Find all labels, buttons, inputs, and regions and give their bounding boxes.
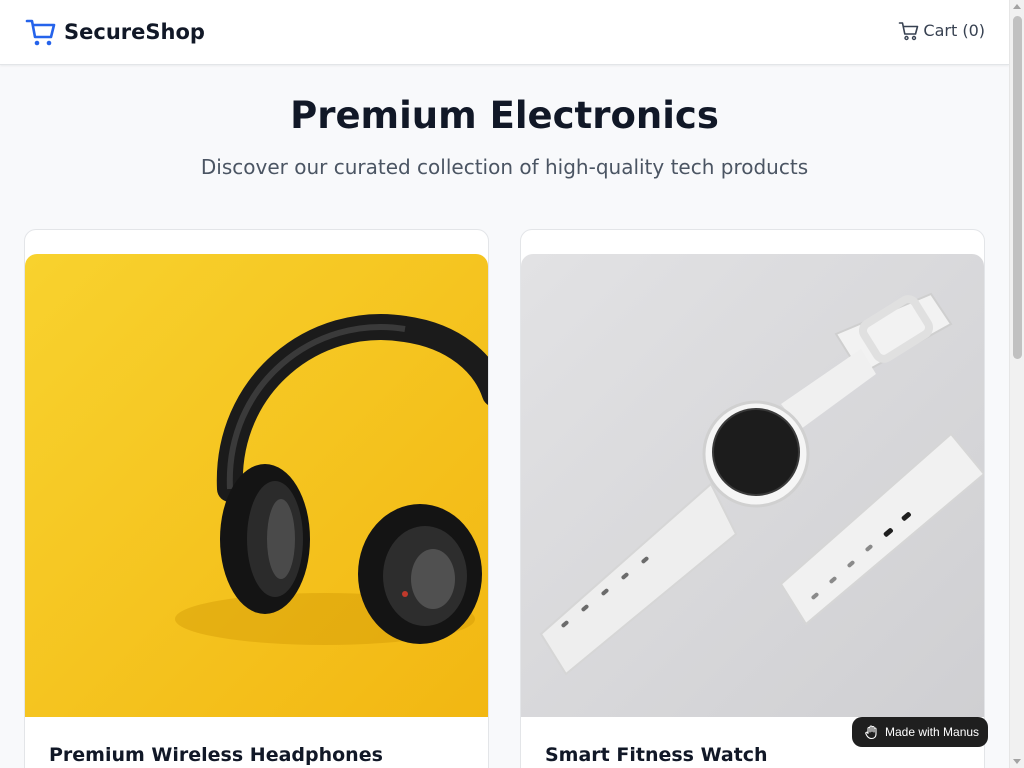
product-card[interactable]: Premium Wireless Headphones	[24, 229, 489, 768]
brand-logo-link[interactable]: SecureShop	[25, 16, 205, 48]
page-subtitle: Discover our curated collection of high-…	[200, 155, 809, 179]
shopping-cart-icon	[25, 19, 56, 46]
headphones-image	[25, 254, 488, 717]
page-scrollbar[interactable]	[1009, 0, 1024, 768]
cart-button[interactable]: Cart (0)	[898, 20, 985, 42]
product-title[interactable]: Premium Wireless Headphones	[49, 743, 383, 767]
shopping-cart-icon	[899, 22, 919, 41]
page-title: Premium Electronics	[290, 94, 719, 137]
product-title[interactable]: Smart Fitness Watch	[545, 743, 768, 767]
cart-label: Cart (0)	[923, 21, 985, 40]
scroll-up-icon[interactable]	[1013, 4, 1021, 9]
product-card[interactable]: Smart Fitness Watch	[520, 229, 985, 768]
brand-name: SecureShop	[64, 20, 205, 44]
badge-label: Made with Manus	[885, 725, 980, 739]
made-with-manus-badge[interactable]: Made with Manus	[852, 717, 988, 747]
smartwatch-image	[521, 254, 984, 717]
product-image[interactable]	[521, 254, 984, 717]
manus-hand-icon	[865, 725, 877, 740]
scroll-down-icon[interactable]	[1013, 759, 1021, 764]
product-image[interactable]	[25, 254, 488, 717]
site-header: SecureShop Cart (0)	[0, 0, 1009, 65]
scrollbar-thumb[interactable]	[1013, 16, 1022, 359]
